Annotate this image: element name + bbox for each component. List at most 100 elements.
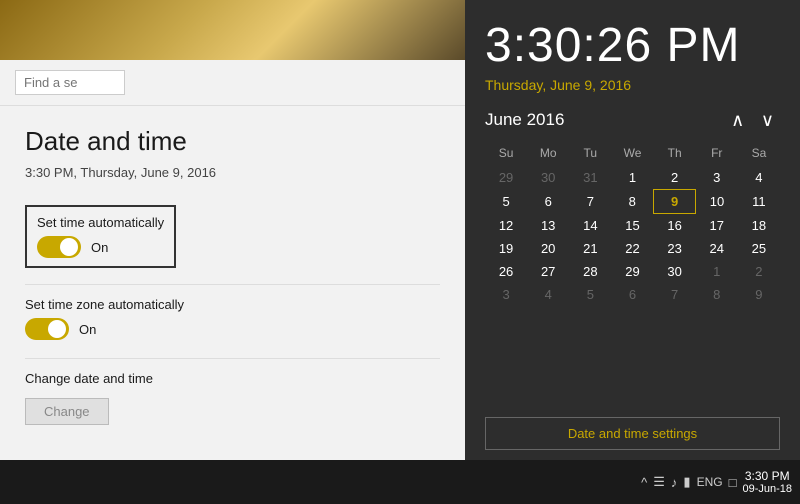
toggle-knob [60,238,78,256]
clock-date: Thursday, June 9, 2016 [485,77,780,93]
calendar-day[interactable]: 20 [527,237,569,260]
calendar-container: June 2016 ∧ ∨ SuMoTuWeThFrSa 29303112345… [485,109,780,407]
calendar-header: June 2016 ∧ ∨ [485,109,780,131]
set-timezone-auto-label: Set time zone automatically [25,297,440,312]
calendar-day[interactable]: 19 [485,237,527,260]
calendar-day[interactable]: 1 [696,260,738,283]
calendar-weekday: Sa [738,143,780,166]
set-timezone-auto-state: On [79,322,96,337]
set-timezone-auto-section: Set time zone automatically On [25,297,440,340]
taskbar-date: 09-Jun-18 [742,483,792,495]
divider-1 [25,284,440,285]
set-time-auto-state: On [91,240,108,255]
taskbar: ^ ☰ ♪ ▮ ENG □ 3:30 PM 09-Jun-18 [0,460,800,504]
language-indicator[interactable]: ENG [697,475,723,489]
calendar-month-year: June 2016 [485,110,564,130]
calendar-day[interactable]: 26 [485,260,527,283]
calendar-day[interactable]: 11 [738,189,780,213]
calendar-weekday: Tu [569,143,611,166]
calendar-day[interactable]: 5 [569,283,611,306]
change-datetime-label: Change date and time [25,371,440,386]
set-time-auto-label: Set time automatically [37,215,164,230]
calendar-row: 3456789 [485,283,780,306]
page-title: Date and time [25,126,440,157]
clock-time: 3:30:26 PM [485,20,780,73]
calendar-weekday: Su [485,143,527,166]
calendar-row: 262728293012 [485,260,780,283]
calendar-weekday: We [611,143,653,166]
calendar-day[interactable]: 7 [569,189,611,213]
calendar-day[interactable]: 12 [485,213,527,237]
calendar-day[interactable]: 2 [738,260,780,283]
calendar-day[interactable]: 4 [527,283,569,306]
set-time-auto-toggle[interactable] [37,236,81,258]
calendar-day[interactable]: 3 [696,166,738,190]
calendar-day[interactable]: 21 [569,237,611,260]
calendar-day[interactable]: 14 [569,213,611,237]
calendar-grid: SuMoTuWeThFrSa 2930311234567891011121314… [485,143,780,306]
calendar-day[interactable]: 28 [569,260,611,283]
calendar-next-btn[interactable]: ∨ [755,109,780,131]
calendar-body: 2930311234567891011121314151617181920212… [485,166,780,306]
calendar-day[interactable]: 6 [611,283,653,306]
calendar-day[interactable]: 8 [696,283,738,306]
calendar-day[interactable]: 24 [696,237,738,260]
calendar-day[interactable]: 22 [611,237,653,260]
change-button[interactable]: Change [25,398,109,425]
calendar-day[interactable]: 9 [654,189,696,213]
calendar-day[interactable]: 17 [696,213,738,237]
calendar-day[interactable]: 10 [696,189,738,213]
calendar-day[interactable]: 23 [654,237,696,260]
set-time-auto-toggle-row: On [37,236,164,258]
calendar-day[interactable]: 1 [611,166,653,190]
taskbar-time: 3:30 PM [742,469,792,483]
calendar-row: 567891011 [485,189,780,213]
up-arrow-icon[interactable]: ^ [641,475,647,490]
calendar-day[interactable]: 16 [654,213,696,237]
volume-icon[interactable]: ♪ [671,475,678,490]
taskbar-clock[interactable]: 3:30 PM 09-Jun-18 [742,469,792,495]
calendar-weekday: Th [654,143,696,166]
calendar-day[interactable]: 4 [738,166,780,190]
calendar-weekdays-row: SuMoTuWeThFrSa [485,143,780,166]
battery-icon[interactable]: ▮ [683,474,690,490]
calendar-day[interactable]: 29 [611,260,653,283]
calendar-day[interactable]: 18 [738,213,780,237]
calendar-day[interactable]: 3 [485,283,527,306]
calendar-weekday: Fr [696,143,738,166]
calendar-day[interactable]: 2 [654,166,696,190]
calendar-day[interactable]: 5 [485,189,527,213]
calendar-day[interactable]: 13 [527,213,569,237]
settings-panel: Date and time 3:30 PM, Thursday, June 9,… [0,0,465,460]
calendar-weekday: Mo [527,143,569,166]
calendar-day[interactable]: 7 [654,283,696,306]
calendar-prev-btn[interactable]: ∧ [725,109,750,131]
calendar-day[interactable]: 30 [527,166,569,190]
change-datetime-section: Change date and time Change [25,371,440,425]
calendar-day[interactable]: 15 [611,213,653,237]
toggle-knob-2 [48,320,66,338]
settings-top-image [0,0,465,60]
calendar-day[interactable]: 31 [569,166,611,190]
current-datetime: 3:30 PM, Thursday, June 9, 2016 [25,165,440,180]
calendar-row: 2930311234 [485,166,780,190]
chat-icon[interactable]: □ [729,475,737,490]
calendar-day[interactable]: 9 [738,283,780,306]
divider-2 [25,358,440,359]
set-timezone-auto-toggle-row: On [25,318,440,340]
calendar-day[interactable]: 8 [611,189,653,213]
calendar-nav: ∧ ∨ [725,109,780,131]
calendar-day[interactable]: 30 [654,260,696,283]
calendar-day[interactable]: 25 [738,237,780,260]
date-time-settings-link[interactable]: Date and time settings [485,417,780,450]
network-icon[interactable]: ☰ [653,474,665,490]
clock-panel: 3:30:26 PM Thursday, June 9, 2016 June 2… [465,0,800,460]
search-input[interactable] [15,70,125,95]
calendar-day[interactable]: 6 [527,189,569,213]
calendar-day[interactable]: 27 [527,260,569,283]
calendar-row: 19202122232425 [485,237,780,260]
set-time-auto-section: Set time automatically On [25,205,176,268]
settings-search-bar [0,60,465,106]
set-timezone-auto-toggle[interactable] [25,318,69,340]
calendar-day[interactable]: 29 [485,166,527,190]
